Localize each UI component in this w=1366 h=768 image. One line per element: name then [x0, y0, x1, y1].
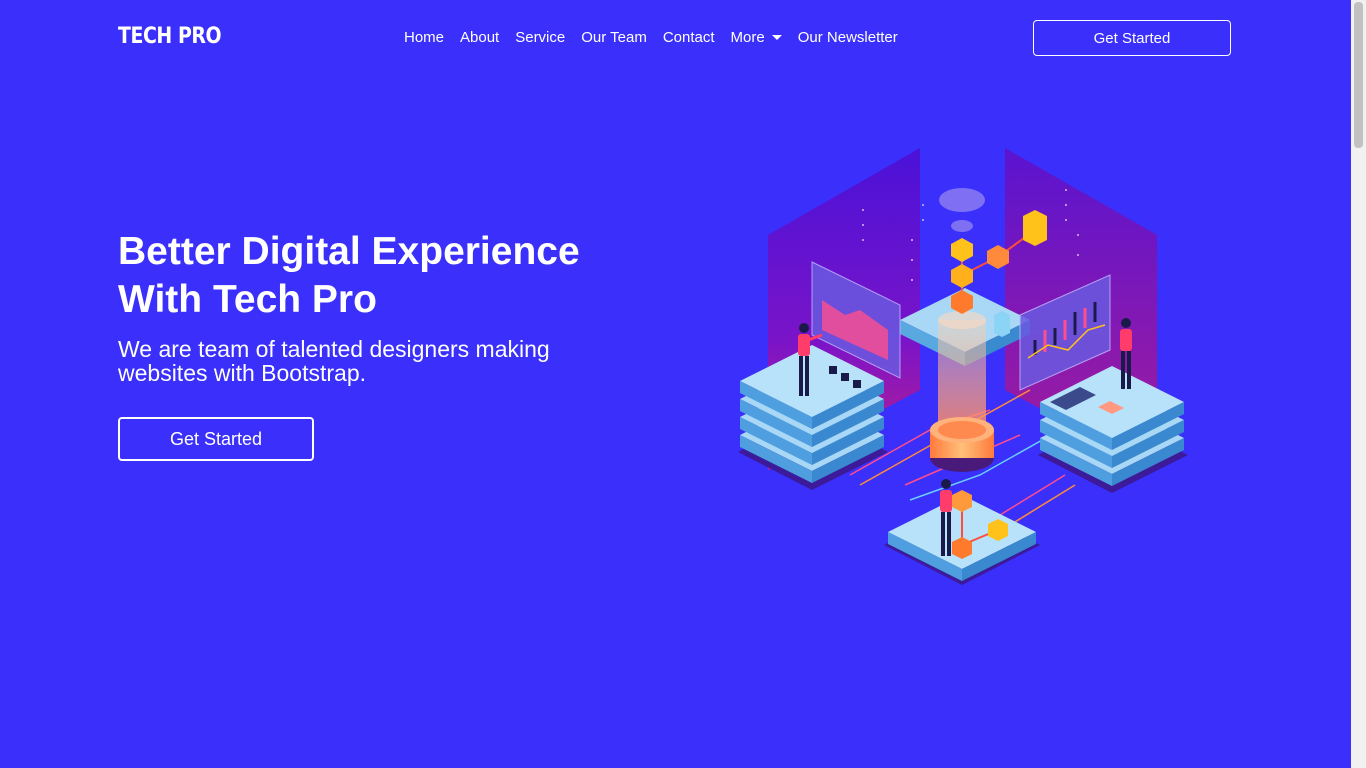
brand-logo[interactable]: TECH PRO: [118, 24, 222, 49]
hero-subtitle: We are team of talented designers making…: [118, 336, 550, 386]
nav-service[interactable]: Service: [515, 29, 565, 46]
page: TECH PRO Home About Service Our Team Con…: [0, 0, 1351, 768]
hero-get-started-button[interactable]: Get Started: [118, 417, 314, 461]
isometric-tech-illustration: [738, 148, 1188, 585]
hero-title-line-2: With Tech Pro: [118, 278, 377, 321]
header-get-started-button[interactable]: Get Started: [1033, 20, 1231, 56]
main-nav: Home About Service Our Team Contact More…: [404, 29, 898, 46]
hero-title: Better Digital Experience With Tech Pro: [118, 228, 638, 324]
scrollbar-thumb[interactable]: [1354, 2, 1363, 148]
vertical-scrollbar[interactable]: [1351, 0, 1366, 768]
nav-our-newsletter[interactable]: Our Newsletter: [798, 29, 898, 46]
nav-more-dropdown[interactable]: More: [731, 29, 782, 46]
nav-home[interactable]: Home: [404, 29, 444, 46]
nav-about[interactable]: About: [460, 29, 499, 46]
nav-contact[interactable]: Contact: [663, 29, 715, 46]
caret-down-icon: [771, 35, 782, 40]
nav-our-team[interactable]: Our Team: [581, 29, 647, 46]
nav-more-label: More: [730, 29, 765, 46]
hero-title-line-1: Better Digital Experience: [118, 230, 580, 273]
